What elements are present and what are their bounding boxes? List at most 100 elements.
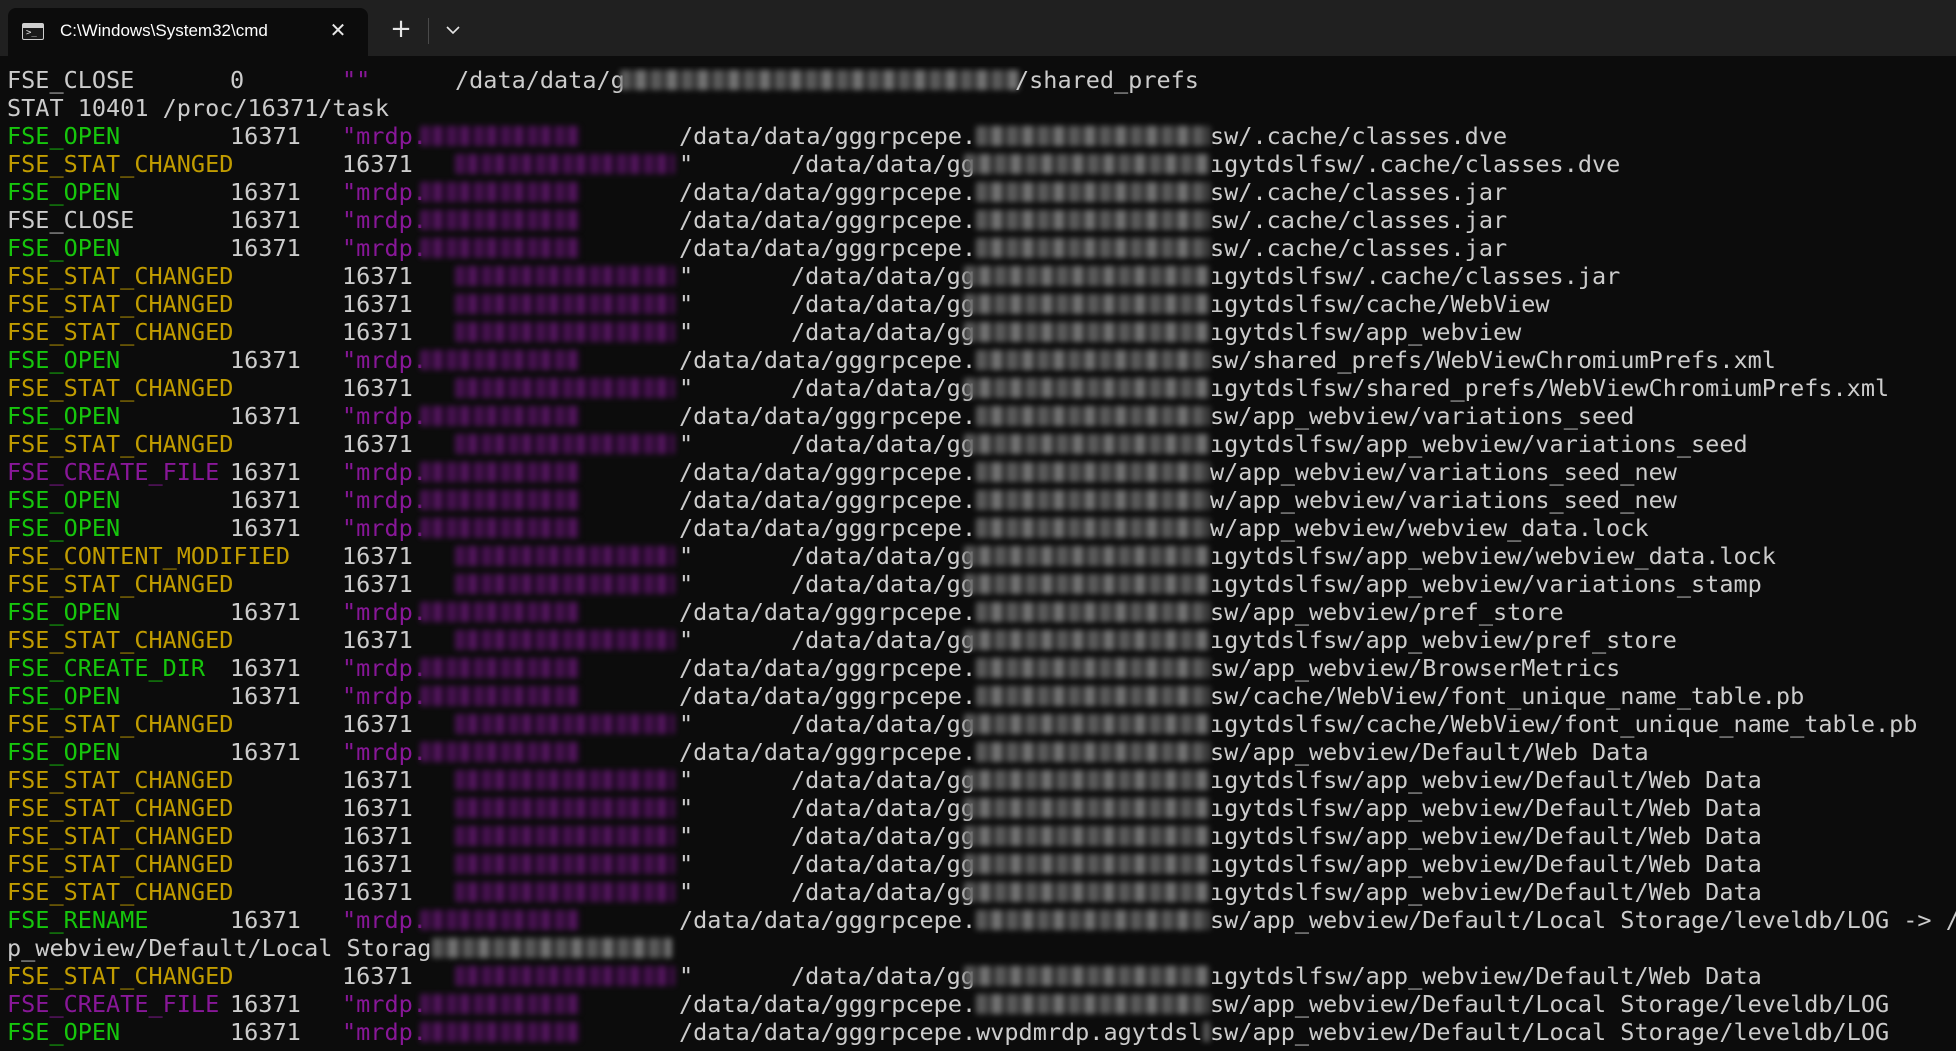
redacted-block [455,826,675,846]
redacted-block [976,406,1210,426]
process-name: 16371 [342,822,413,850]
file-path: /data/data/gg [791,262,975,290]
console-text: STAT 10401 /proc/16371/task [7,94,390,122]
redacted-block [455,770,675,790]
tab-bar: >_ C:\Windows\System32\cmd ✕ + [0,0,1956,56]
quote: " [679,822,694,850]
redacted-block [964,378,1210,398]
process-name: 16371 [342,430,413,458]
redacted-block [964,154,1210,174]
file-path-tail: w/app_webview/variations_seed_new [1210,486,1677,514]
process-name: "mrdp. [342,206,427,234]
pid: 16371 [230,738,301,766]
event-type: FSE_OPEN [7,738,121,766]
pid: 16371 [230,486,301,514]
redacted-block [455,798,675,818]
file-path: /data/data/gg [791,710,975,738]
quote: " [679,150,694,178]
redacted-block [420,602,580,622]
quote: " [679,962,694,990]
file-path: /data/data/gggrpcepe. [679,206,977,234]
file-path: /data/data/gggrpcepe. [679,346,977,374]
terminal-icon: >_ [22,23,44,40]
file-path: /data/data/gg [791,290,975,318]
file-path: /data/data/gggrpcepe. [679,598,977,626]
event-type: FSE_OPEN [7,346,121,374]
redacted-block [420,490,580,510]
tab-title: C:\Windows\System32\cmd [60,21,268,40]
tab-separator [428,18,429,44]
new-tab-button[interactable]: + [384,14,418,48]
redacted-block [976,910,1210,930]
redacted-block [976,994,1210,1014]
file-path: /data/data/gg [791,374,975,402]
tab-cmd[interactable]: >_ C:\Windows\System32\cmd ✕ [8,8,368,56]
process-name: 16371 [342,626,413,654]
redacted-block [964,714,1210,734]
file-path-tail: ıgytdslfsw/app_webview/Default/Web Data [1210,850,1762,878]
file-path-tail: ıgytdslfsw/.cache/classes.dve [1210,150,1621,178]
redacted-block [964,546,1210,566]
console-output[interactable]: FSE_CLOSE 0 ""/data/data/g/shared_prefs STA… [0,66,1956,1051]
redacted-block [455,322,675,342]
event-type: FSE_CREATE_FILE [7,990,220,1018]
pid: 16371 [230,234,301,262]
redacted-block [420,210,580,230]
quote: " [679,290,694,318]
redacted-block [420,462,580,482]
file-path-tail: ıgytdslfsw/app_webview [1210,318,1522,346]
event-type: FSE_OPEN [7,178,121,206]
event-type: FSE_OPEN [7,682,121,710]
redacted-block [964,434,1210,454]
file-path-tail: sw/.cache/classes.jar [1210,206,1508,234]
process-name: 16371 [342,570,413,598]
file-path-tail: sw/shared_prefs/WebViewChromiumPrefs.xml [1210,346,1776,374]
chevron-down-icon[interactable] [436,14,470,48]
redacted-block [964,294,1210,314]
file-path: /data/data/gggrpcepe. [679,458,977,486]
file-path-tail: sw/app_webview/Default/Local Storage/lev… [1210,990,1890,1018]
process-name: "mrdp. [342,122,427,150]
process-name: "mrdp. [342,654,427,682]
console-text: p_webview/Default/Local Storag [7,934,432,962]
redacted-block [420,238,580,258]
process-name: "mrdp. [342,682,427,710]
quote: " [679,794,694,822]
redacted-block [420,350,580,370]
file-path: /data/data/gggrpcepe. [679,990,977,1018]
console-line: STAT 10401 /proc/16371/task [7,94,1956,122]
quote: " [679,570,694,598]
file-path-tail: sw/app_webview/Default/Local Storage/lev… [1210,906,1956,934]
pid: 16371 [230,990,301,1018]
console-line: p_webview/Default/Local Storag [7,934,1956,962]
event-type: FSE_STAT_CHANGED [7,430,234,458]
file-path: /data/data/gggrpcepe. [679,234,977,262]
redacted-block [964,798,1210,818]
redacted-block [420,518,580,538]
redacted-block [620,70,1020,90]
redacted-block [976,182,1210,202]
redacted-block [976,126,1210,146]
process-name: 16371 [342,710,413,738]
file-path: /data/data/gggrpcepe. [679,654,977,682]
file-path: /data/data/gg [791,150,975,178]
file-path-tail: ıgytdslfsw/app_webview/Default/Web Data [1210,766,1762,794]
file-path: /data/data/gggrpcepe. [679,178,977,206]
file-path: /data/data/gggrpcepe. [679,514,977,542]
redacted-block [420,182,580,202]
process-name: 16371 [342,766,413,794]
close-icon[interactable]: ✕ [326,18,350,42]
file-path: /data/data/gg [791,570,975,598]
event-type: FSE_CREATE_DIR [7,654,206,682]
redacted-block [455,266,675,286]
file-path: /data/data/gg [791,318,975,346]
file-path-tail: w/app_webview/webview_data.lock [1210,514,1649,542]
file-path-tail: /shared_prefs [1015,66,1199,94]
redacted-block [431,938,672,958]
event-type: FSE_OPEN [7,122,121,150]
redacted-block [964,266,1210,286]
redacted-block [964,574,1210,594]
pid: 16371 [230,514,301,542]
pid: 0 [230,66,245,94]
file-path: /data/data/gggrpcepe. [679,906,977,934]
